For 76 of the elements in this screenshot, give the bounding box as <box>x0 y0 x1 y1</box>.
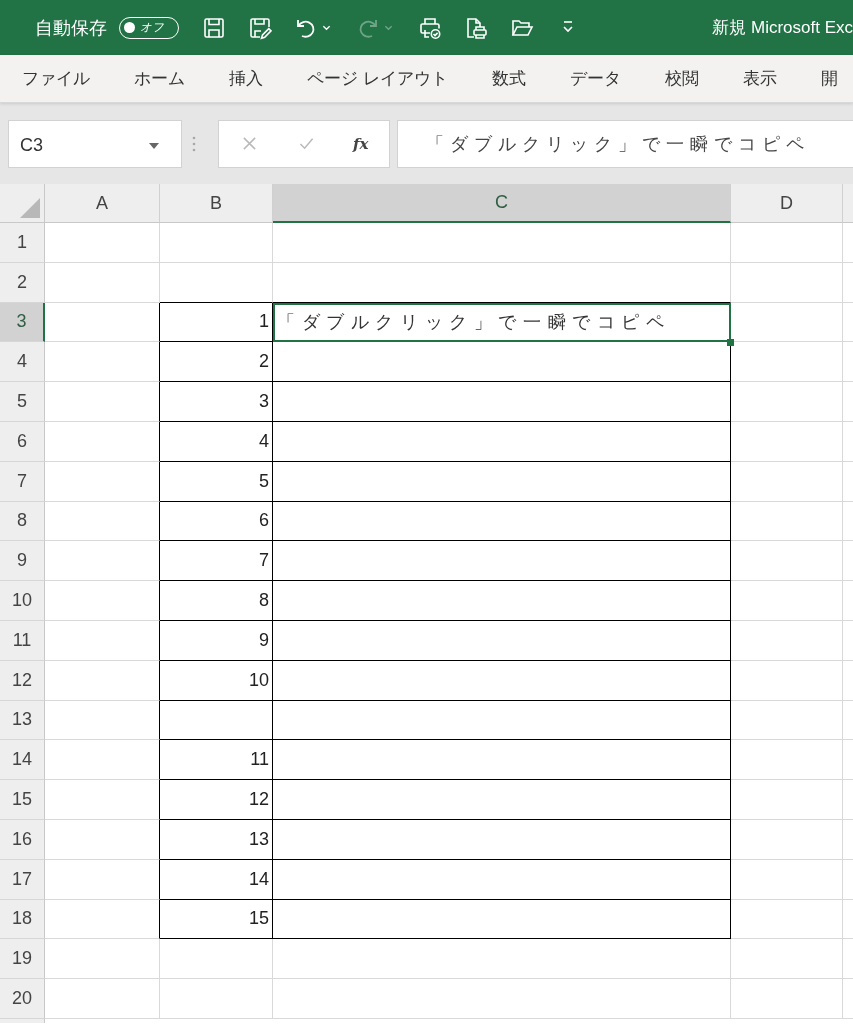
ribbon-tab[interactable]: 挿入 <box>229 67 263 90</box>
table-cell[interactable] <box>273 740 731 781</box>
table-cell[interactable] <box>45 501 160 542</box>
table-cell[interactable] <box>45 620 160 661</box>
table-cell[interactable] <box>273 660 731 701</box>
ribbon-tab[interactable]: ファイル <box>22 67 90 90</box>
floppy-pencil-icon[interactable] <box>248 15 272 40</box>
column-header[interactable]: A <box>45 184 160 223</box>
table-cell[interactable] <box>273 461 731 502</box>
table-cell[interactable] <box>45 660 160 701</box>
printer-check-icon[interactable] <box>418 15 442 40</box>
caret-icon[interactable] <box>322 24 331 31</box>
table-cell[interactable] <box>45 302 160 343</box>
table-cell[interactable] <box>45 899 160 940</box>
column-header[interactable]: D <box>731 184 843 223</box>
table-cell[interactable]: 11 <box>160 740 273 781</box>
table-cell[interactable] <box>45 700 160 741</box>
corner-triangle-icon[interactable] <box>20 198 40 218</box>
save-icon[interactable] <box>202 15 226 40</box>
table-cell[interactable] <box>160 700 273 741</box>
ribbon-tab[interactable]: ページ レイアウト <box>307 67 448 90</box>
table-cell[interactable]: 12 <box>160 780 273 820</box>
table-cell[interactable]: 5 <box>160 461 273 502</box>
table-cell[interactable] <box>273 700 731 741</box>
table-cell[interactable] <box>45 422 160 462</box>
name-box[interactable]: C3 <box>8 119 182 168</box>
ribbon-tab[interactable]: データ <box>569 67 621 90</box>
table-cell[interactable] <box>273 382 731 422</box>
fill-handle-icon[interactable] <box>727 339 734 347</box>
table-cell[interactable] <box>45 541 160 582</box>
table-cell[interactable]: 6 <box>160 501 273 542</box>
table-cell[interactable]: 13 <box>160 819 273 860</box>
autosave-label: 自動保存 <box>35 16 107 40</box>
ribbon-tab[interactable]: 表示 <box>742 67 777 90</box>
vertical-dots-icon <box>192 135 196 152</box>
ribbon-tab[interactable]: ホーム <box>134 67 185 90</box>
table-cell[interactable] <box>45 581 160 621</box>
table-cell[interactable] <box>45 382 160 422</box>
table-cell[interactable] <box>45 859 160 900</box>
ribbon-tab[interactable]: 数式 <box>491 67 526 90</box>
table-cell[interactable] <box>273 581 731 621</box>
table-cell[interactable] <box>273 620 731 661</box>
table-cell[interactable] <box>45 461 160 502</box>
table-cell[interactable]: 7 <box>160 541 273 582</box>
column-header[interactable]: B <box>160 184 273 223</box>
table-cell[interactable] <box>273 501 731 542</box>
row-header[interactable]: 3 <box>0 302 45 343</box>
table-cell[interactable]: 14 <box>160 859 273 900</box>
table-cell[interactable]: 9 <box>160 620 273 661</box>
table-cell[interactable] <box>45 780 160 820</box>
table-cell[interactable] <box>273 819 731 860</box>
document-printer-icon[interactable] <box>464 15 488 40</box>
table-cell[interactable] <box>273 899 731 940</box>
ribbon-tab[interactable]: 開 <box>820 67 838 90</box>
table-cell[interactable]: 2 <box>160 342 273 383</box>
table-cell[interactable] <box>45 740 160 781</box>
table-cell[interactable]: 8 <box>160 581 273 621</box>
formula-input[interactable]: 「ダブルクリック」で一瞬でコピペ <box>397 119 853 168</box>
ribbon-tab[interactable]: 校閲 <box>664 67 699 90</box>
table-cell[interactable]: 10 <box>160 660 273 701</box>
table-cell[interactable]: 3 <box>160 382 273 422</box>
table-cell[interactable] <box>273 780 731 820</box>
caret-icon[interactable] <box>149 142 159 149</box>
table-cell[interactable]: 「ダブルクリック」で一瞬でコピペ <box>273 302 731 343</box>
table-cell[interactable]: 15 <box>160 899 273 940</box>
insert-function-button[interactable]: fx <box>353 134 369 153</box>
table-cell[interactable] <box>45 819 160 860</box>
column-header[interactable] <box>843 184 853 223</box>
column-header[interactable]: C <box>273 184 731 223</box>
table-cell[interactable] <box>273 541 731 582</box>
table-cell[interactable]: 4 <box>160 422 273 462</box>
table-cell[interactable] <box>45 342 160 383</box>
table-cell[interactable] <box>273 422 731 462</box>
table-cell[interactable]: 1 <box>160 302 273 343</box>
table-cell[interactable] <box>273 859 731 900</box>
window-title: 新規 Microsoft Exc <box>712 17 853 39</box>
